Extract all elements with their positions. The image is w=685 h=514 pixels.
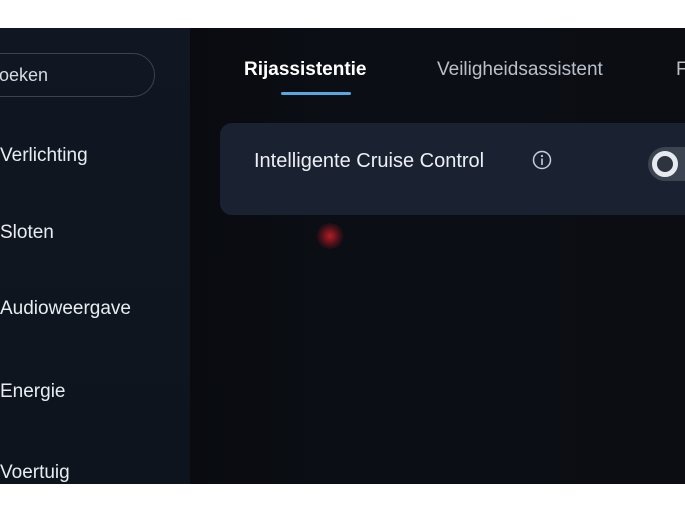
cruise-control-toggle[interactable] <box>648 147 685 181</box>
tab-next-partial[interactable]: F <box>676 59 685 81</box>
search-field[interactable]: oeken <box>0 53 155 97</box>
vehicle-settings-screen: oeken Verlichting Sloten Audioweergave E… <box>0 28 685 484</box>
search-text: oeken <box>0 65 49 85</box>
main-panel <box>190 28 685 484</box>
sidebar-item-sloten[interactable]: Sloten <box>0 222 54 244</box>
sidebar: oeken Verlichting Sloten Audioweergave E… <box>0 28 190 484</box>
red-light-reflection <box>316 223 344 249</box>
sidebar-item-energie[interactable]: Energie <box>0 381 66 403</box>
toggle-knob <box>652 151 678 177</box>
sidebar-item-verlichting[interactable]: Verlichting <box>0 145 88 167</box>
sidebar-item-audioweergave[interactable]: Audioweergave <box>0 298 131 320</box>
tab-veiligheidsassistent[interactable]: Veiligheidsassistent <box>437 59 603 81</box>
active-tab-indicator <box>281 92 351 95</box>
setting-label: Intelligente Cruise Control <box>254 150 485 172</box>
setting-card-cruise-control: Intelligente Cruise Control <box>220 123 685 215</box>
sidebar-item-voertuig[interactable]: Voertuig <box>0 462 70 484</box>
info-icon[interactable] <box>532 150 552 170</box>
tab-rijassistentie[interactable]: Rijassistentie <box>244 59 367 81</box>
